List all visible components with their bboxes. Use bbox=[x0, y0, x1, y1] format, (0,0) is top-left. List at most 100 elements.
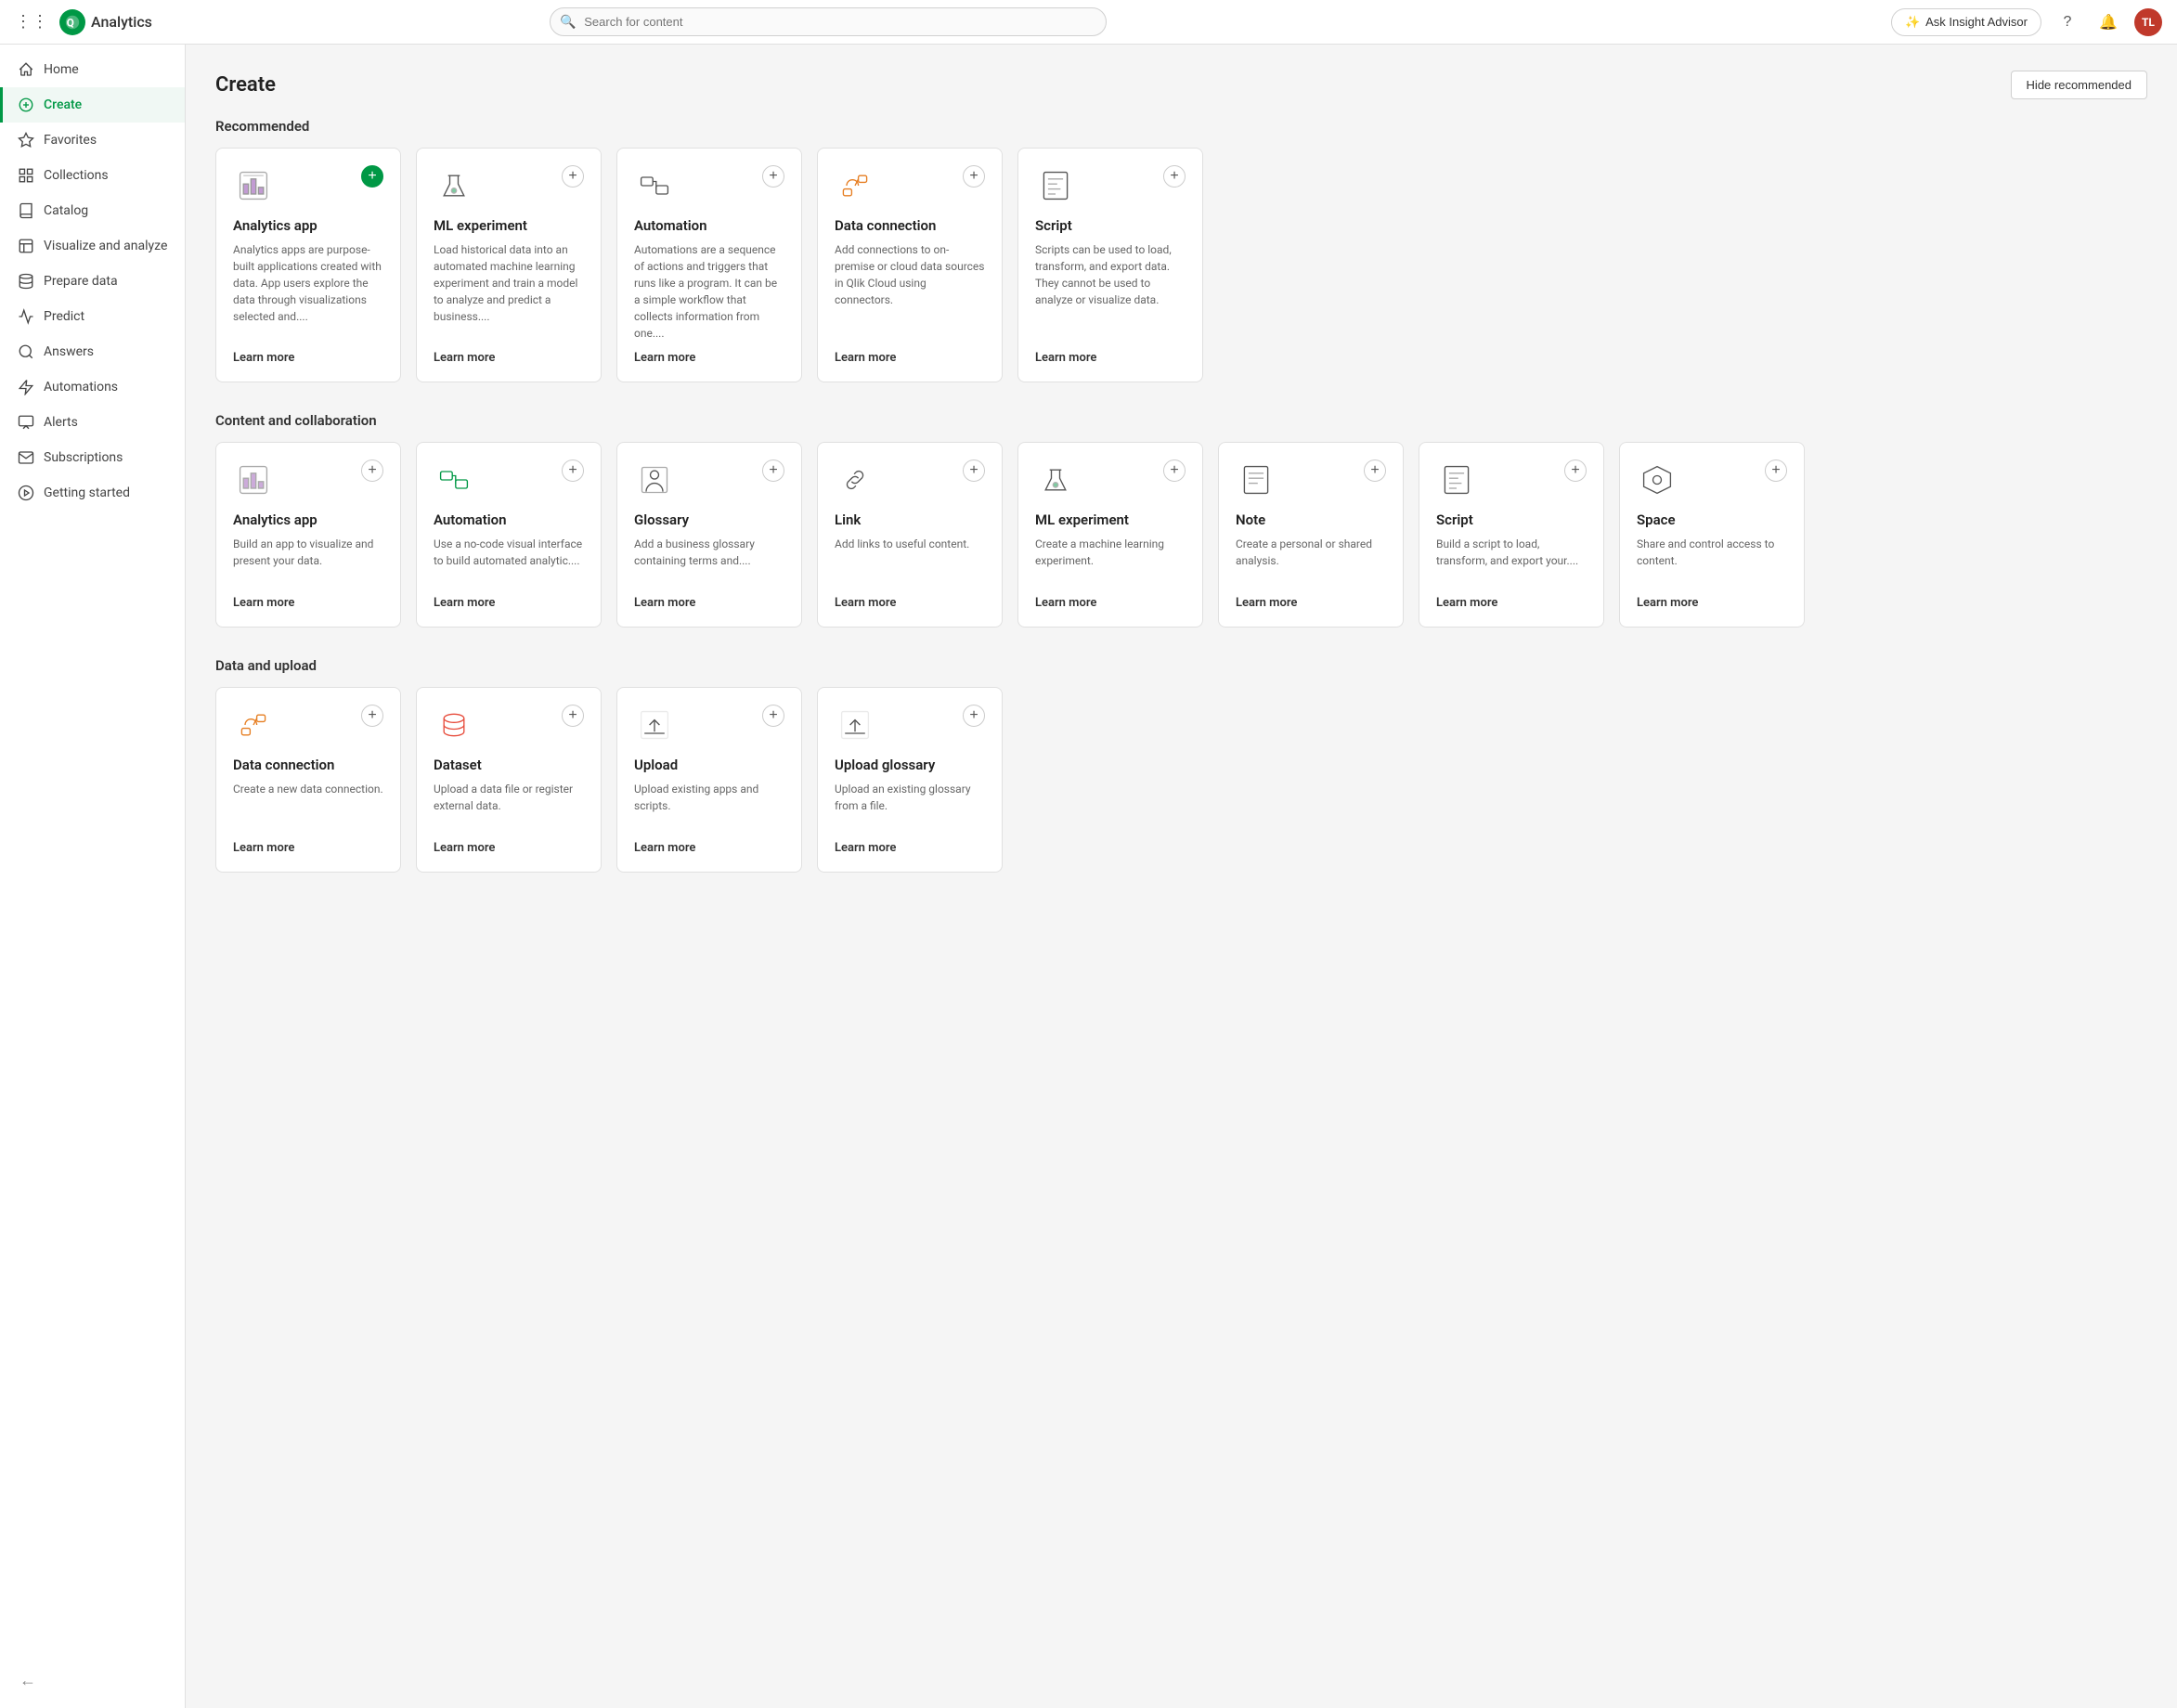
add-upload-glossary-du-button[interactable]: + bbox=[963, 705, 985, 727]
sidebar-item-alerts[interactable]: Alerts bbox=[0, 405, 185, 440]
add-data-connection-rec-button[interactable]: + bbox=[963, 165, 985, 188]
learn-more-space-cc[interactable]: Learn more bbox=[1637, 596, 1787, 610]
sidebar-label-create: Create bbox=[44, 97, 82, 112]
learn-more-glossary-cc[interactable]: Learn more bbox=[634, 596, 784, 610]
add-script-cc-button[interactable]: + bbox=[1564, 459, 1587, 482]
sidebar-label-catalog: Catalog bbox=[44, 203, 88, 218]
analytics-app-cc-icon bbox=[233, 459, 274, 500]
card-data-connection-rec[interactable]: + Data connection Add connections to on-… bbox=[817, 148, 1003, 382]
card-desc-script-rec: Scripts can be used to load, transform, … bbox=[1035, 241, 1186, 342]
card-analytics-app-rec[interactable]: + Analytics app Analytics apps are purpo… bbox=[215, 148, 401, 382]
learn-more-script-cc[interactable]: Learn more bbox=[1436, 596, 1587, 610]
sidebar-item-create[interactable]: Create bbox=[0, 87, 185, 123]
sidebar-item-getting-started[interactable]: Getting started bbox=[0, 475, 185, 511]
card-link-cc[interactable]: + Link Add links to useful content. Lear… bbox=[817, 442, 1003, 628]
card-note-cc[interactable]: + Note Create a personal or shared analy… bbox=[1218, 442, 1404, 628]
card-header-link-cc: + bbox=[835, 459, 985, 500]
card-upload-glossary-du[interactable]: + Upload glossary Upload an existing glo… bbox=[817, 687, 1003, 873]
subscriptions-icon bbox=[18, 449, 34, 466]
card-name-upload-du: Upload bbox=[634, 757, 784, 773]
add-upload-du-button[interactable]: + bbox=[762, 705, 784, 727]
card-header-automation-cc: + bbox=[434, 459, 584, 500]
sidebar-item-catalog[interactable]: Catalog bbox=[0, 193, 185, 228]
data-upload-cards-grid: + Data connection Create a new data conn… bbox=[215, 687, 2147, 873]
sidebar-item-favorites[interactable]: Favorites bbox=[0, 123, 185, 158]
learn-more-automation-cc[interactable]: Learn more bbox=[434, 596, 584, 610]
learn-more-upload-du[interactable]: Learn more bbox=[634, 841, 784, 855]
sidebar-collapse-button[interactable]: ← bbox=[15, 1667, 41, 1693]
add-glossary-cc-button[interactable]: + bbox=[762, 459, 784, 482]
card-header-automation-rec: + bbox=[634, 165, 784, 206]
hide-recommended-button[interactable]: Hide recommended bbox=[2011, 71, 2147, 99]
data-connection-icon bbox=[835, 165, 875, 206]
learn-more-script-rec[interactable]: Learn more bbox=[1035, 351, 1186, 365]
add-note-cc-button[interactable]: + bbox=[1364, 459, 1386, 482]
add-data-connection-du-button[interactable]: + bbox=[361, 705, 383, 727]
sidebar-item-predict[interactable]: Predict bbox=[0, 299, 185, 334]
script-icon bbox=[1035, 165, 1076, 206]
card-script-cc[interactable]: + Script Build a script to load, transfo… bbox=[1419, 442, 1604, 628]
card-analytics-app-cc[interactable]: + Analytics app Build an app to visualiz… bbox=[215, 442, 401, 628]
sidebar-item-automations[interactable]: Automations bbox=[0, 369, 185, 405]
page-title: Create bbox=[215, 73, 276, 97]
user-avatar[interactable]: TL bbox=[2134, 8, 2162, 36]
sidebar-item-subscriptions[interactable]: Subscriptions bbox=[0, 440, 185, 475]
add-automation-cc-button[interactable]: + bbox=[562, 459, 584, 482]
add-ml-experiment-cc-button[interactable]: + bbox=[1163, 459, 1186, 482]
card-space-cc[interactable]: + Space Share and control access to cont… bbox=[1619, 442, 1805, 628]
sidebar-label-predict: Predict bbox=[44, 309, 84, 324]
qlik-logo-svg: Q bbox=[64, 14, 81, 31]
learn-more-link-cc[interactable]: Learn more bbox=[835, 596, 985, 610]
add-space-cc-button[interactable]: + bbox=[1765, 459, 1787, 482]
card-automation-rec[interactable]: + Automation Automations are a sequence … bbox=[616, 148, 802, 382]
add-dataset-du-button[interactable]: + bbox=[562, 705, 584, 727]
card-dataset-du[interactable]: + Dataset Upload a data file or register… bbox=[416, 687, 602, 873]
search-input[interactable] bbox=[550, 7, 1107, 36]
card-script-rec[interactable]: + Script Scripts can be used to load, tr… bbox=[1017, 148, 1203, 382]
card-glossary-cc[interactable]: + Glossary Add a business glossary conta… bbox=[616, 442, 802, 628]
svg-text:Q: Q bbox=[67, 16, 74, 29]
learn-more-automation-rec[interactable]: Learn more bbox=[634, 351, 784, 365]
sidebar-item-home[interactable]: Home bbox=[0, 52, 185, 87]
card-desc-script-cc: Build a script to load, transform, and e… bbox=[1436, 536, 1587, 587]
add-automation-rec-button[interactable]: + bbox=[762, 165, 784, 188]
card-ml-experiment-rec[interactable]: + ML experiment Load historical data int… bbox=[416, 148, 602, 382]
learn-more-analytics-app-cc[interactable]: Learn more bbox=[233, 596, 383, 610]
learn-more-note-cc[interactable]: Learn more bbox=[1236, 596, 1386, 610]
card-name-data-connection-rec: Data connection bbox=[835, 217, 985, 234]
card-upload-du[interactable]: + Upload Upload existing apps and script… bbox=[616, 687, 802, 873]
app-layout: ⋮⋮ Q Analytics 🔍 ✨ Ask Insight Advisor ?… bbox=[0, 0, 2177, 1708]
learn-more-analytics-app-rec[interactable]: Learn more bbox=[233, 351, 383, 365]
card-desc-data-connection-rec: Add connections to on-premise or cloud d… bbox=[835, 241, 985, 342]
add-analytics-app-cc-button[interactable]: + bbox=[361, 459, 383, 482]
card-name-ml-cc: ML experiment bbox=[1035, 511, 1186, 528]
learn-more-dataset-du[interactable]: Learn more bbox=[434, 841, 584, 855]
sidebar-item-visualize[interactable]: Visualize and analyze bbox=[0, 228, 185, 264]
recommended-cards-grid: + Analytics app Analytics apps are purpo… bbox=[215, 148, 2147, 382]
qlik-logo[interactable]: Q Analytics bbox=[59, 9, 152, 35]
add-analytics-app-rec-button[interactable]: + bbox=[361, 165, 383, 188]
card-header-upload-du: + bbox=[634, 705, 784, 745]
learn-more-data-connection-rec[interactable]: Learn more bbox=[835, 351, 985, 365]
notifications-button[interactable]: 🔔 bbox=[2093, 7, 2123, 37]
help-button[interactable]: ? bbox=[2053, 7, 2082, 37]
card-automation-cc[interactable]: + Automation Use a no-code visual interf… bbox=[416, 442, 602, 628]
add-link-cc-button[interactable]: + bbox=[963, 459, 985, 482]
section-content-collaboration: Content and collaboration bbox=[215, 412, 2147, 628]
card-ml-experiment-cc[interactable]: + ML experiment Create a machine learnin… bbox=[1017, 442, 1203, 628]
sidebar-item-prepare[interactable]: Prepare data bbox=[0, 264, 185, 299]
sidebar-item-answers[interactable]: Answers bbox=[0, 334, 185, 369]
ask-insight-button[interactable]: ✨ Ask Insight Advisor bbox=[1891, 8, 2041, 36]
card-header-ml-rec: + bbox=[434, 165, 584, 206]
add-ml-experiment-rec-button[interactable]: + bbox=[562, 165, 584, 188]
card-header-dataset-du: + bbox=[434, 705, 584, 745]
add-script-rec-button[interactable]: + bbox=[1163, 165, 1186, 188]
card-data-connection-du[interactable]: + Data connection Create a new data conn… bbox=[215, 687, 401, 873]
grid-icon[interactable]: ⋮⋮ bbox=[15, 12, 48, 32]
learn-more-upload-glossary-du[interactable]: Learn more bbox=[835, 841, 985, 855]
sidebar-item-collections[interactable]: Collections bbox=[0, 158, 185, 193]
learn-more-ml-rec[interactable]: Learn more bbox=[434, 351, 584, 365]
learn-more-data-connection-du[interactable]: Learn more bbox=[233, 841, 383, 855]
card-desc-analytics-app-rec: Analytics apps are purpose-built applica… bbox=[233, 241, 383, 342]
learn-more-ml-cc[interactable]: Learn more bbox=[1035, 596, 1186, 610]
